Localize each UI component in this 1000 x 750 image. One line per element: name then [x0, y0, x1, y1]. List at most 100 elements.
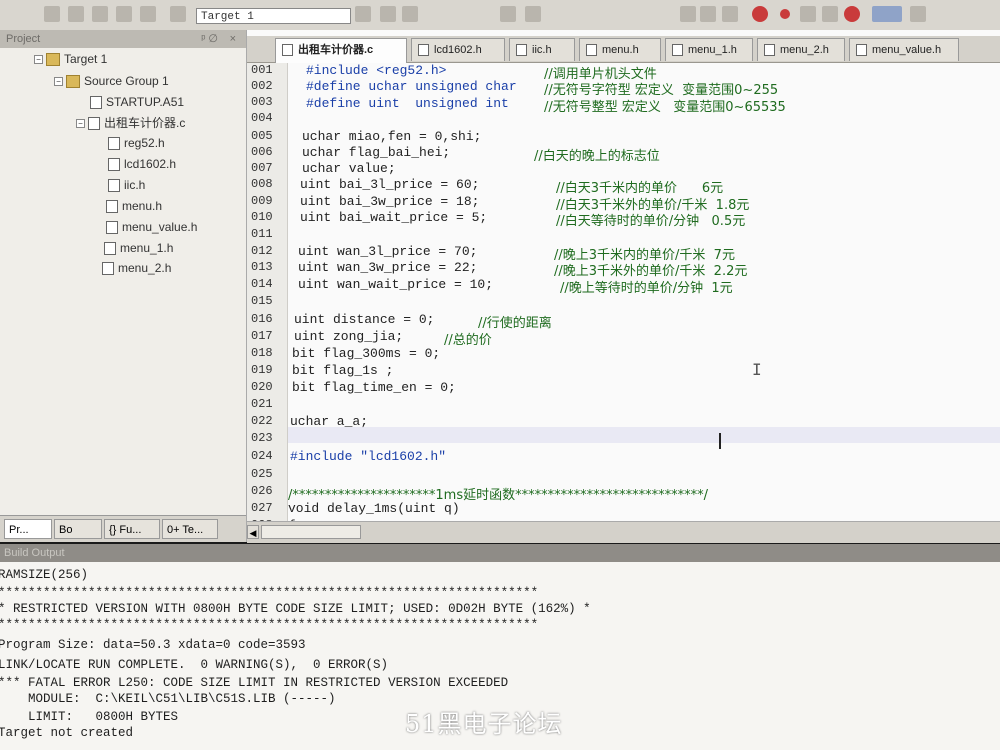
line-number: 005: [251, 129, 273, 143]
tree-item-startup[interactable]: STARTUP.A51: [78, 93, 184, 111]
enable-breakpoint-icon[interactable]: [800, 6, 816, 22]
find-icon[interactable]: [525, 6, 541, 22]
dropdown-icon[interactable]: [680, 6, 696, 22]
scroll-thumb[interactable]: [261, 525, 361, 539]
code-line: uint zong_jia;: [294, 329, 404, 344]
bookmark-icon[interactable]: [500, 6, 516, 22]
tab-menu-2[interactable]: menu_2.h: [757, 38, 845, 61]
tree-item-source-group[interactable]: − Source Group 1: [54, 72, 169, 90]
incremental-find-icon[interactable]: [722, 6, 738, 22]
tree-item-label: menu_value.h: [122, 220, 198, 234]
line-number: 013: [251, 260, 273, 274]
close-icon[interactable]: ×: [230, 30, 236, 48]
tree-item-menu-2[interactable]: menu_2.h: [102, 259, 171, 277]
tree-item-menu-1[interactable]: menu_1.h: [104, 239, 173, 257]
tab-books[interactable]: Bo: [54, 519, 102, 539]
tree-item-iic[interactable]: iic.h: [108, 176, 145, 194]
pin-icon[interactable]: ᵖ ∅: [201, 30, 218, 48]
translate-icon[interactable]: [116, 6, 132, 22]
code-comment: //白天的晚上的标志位: [534, 149, 660, 164]
tree-item-menu[interactable]: menu.h: [106, 197, 162, 215]
line-number: 012: [251, 244, 273, 258]
collapse-icon[interactable]: −: [34, 55, 43, 65]
tab-label: menu.h: [602, 44, 639, 56]
collapse-icon[interactable]: −: [76, 119, 85, 129]
tab-label: menu_value.h: [872, 44, 942, 56]
kill-breakpoints-icon[interactable]: [844, 6, 860, 22]
tree-item-label: iic.h: [124, 178, 146, 192]
tree-item-label: Source Group 1: [84, 74, 169, 88]
target-select[interactable]: Target 1: [196, 8, 351, 24]
code-line: uchar flag_bai_hei;: [302, 145, 451, 160]
code-line: uint bai_3w_price = 18;: [300, 194, 480, 209]
build-line: LIMIT: 0800H BYTES: [0, 710, 179, 724]
breakpoint-icon[interactable]: [780, 9, 790, 19]
tree-item-label: menu.h: [122, 199, 163, 213]
editor: 出租车计价器.c lcd1602.h iic.h menu.h menu_1.h…: [247, 30, 1000, 543]
tab-menu[interactable]: menu.h: [579, 38, 661, 61]
line-number: 020: [251, 380, 273, 394]
file-icon: [516, 44, 527, 56]
file-icon: [282, 44, 293, 56]
code-line: uint wan_3l_price = 70;: [298, 244, 478, 259]
tree-item-label: Target 1: [64, 52, 108, 66]
editor-tabs: 出租车计价器.c lcd1602.h iic.h menu.h menu_1.h…: [247, 36, 1000, 63]
code-line: #include "lcd1602.h": [290, 449, 446, 464]
rebuild-icon[interactable]: [68, 6, 84, 22]
file-icon: [104, 242, 116, 256]
tree-item-label: STARTUP.A51: [106, 95, 185, 109]
horizontal-scrollbar[interactable]: ◀: [247, 521, 1000, 543]
project-panel-title: Project ᵖ ∅ ×: [0, 30, 246, 48]
code-line: #include <reg52.h>: [306, 63, 446, 78]
tree-item-reg52[interactable]: reg52.h: [108, 134, 165, 152]
tab-templates[interactable]: 0+ Te...: [162, 519, 218, 539]
build-output-title: Build Output: [0, 544, 1000, 562]
code-line: uint bai_3l_price = 60;: [300, 177, 480, 192]
line-number-gutter: 001 002 003 004 005 006 007 008 009 010 …: [247, 63, 288, 532]
disable-breakpoints-icon[interactable]: [822, 6, 838, 22]
download-icon[interactable]: [170, 6, 186, 22]
file-extensions-icon[interactable]: [402, 6, 418, 22]
tab-menu-value[interactable]: menu_value.h: [849, 38, 959, 61]
ibeam-cursor-icon: I: [752, 360, 762, 379]
batch-build-icon[interactable]: [92, 6, 108, 22]
code-comment: //晚上等待时的单价/分钟 1元: [560, 281, 733, 296]
file-icon: [106, 221, 118, 235]
debug-session-icon[interactable]: [752, 6, 768, 22]
tab-project[interactable]: Pr...: [4, 519, 52, 539]
tree-item-target[interactable]: − Target 1: [34, 50, 107, 68]
code-area[interactable]: #include <reg52.h> //调用单片机头文件 #define uc…: [288, 63, 1000, 521]
code-line: uchar miao,fen = 0,shi;: [302, 129, 482, 144]
line-number: 018: [251, 346, 273, 360]
scroll-left-icon[interactable]: ◀: [247, 525, 259, 539]
watermark: 51黑电子论坛: [405, 710, 563, 738]
build-icon[interactable]: [44, 6, 60, 22]
project-panel: Project ᵖ ∅ × − Target 1 − Source Group 1 …: [0, 30, 247, 542]
line-number: 004: [251, 111, 273, 125]
tree-item-label: lcd1602.h: [124, 157, 177, 171]
target-options-icon[interactable]: [355, 6, 371, 22]
toolbar: Target 1: [0, 0, 1000, 31]
file-icon: [764, 44, 775, 56]
tree-item-menu-value[interactable]: menu_value.h: [106, 218, 197, 236]
line-number: 024: [251, 449, 273, 463]
tree-item-main-c[interactable]: − 出租车计价器.c: [76, 114, 185, 132]
find-in-files-icon[interactable]: [700, 6, 716, 22]
stop-build-icon[interactable]: [140, 6, 156, 22]
tab-lcd1602[interactable]: lcd1602.h: [411, 38, 505, 61]
collapse-icon[interactable]: −: [54, 77, 63, 87]
tab-functions[interactable]: {} Fu...: [104, 519, 160, 539]
build-line: * RESTRICTED VERSION WITH 0800H BYTE COD…: [0, 602, 591, 616]
tab-iic[interactable]: iic.h: [509, 38, 575, 61]
configure-icon[interactable]: [910, 6, 926, 22]
tree-item-lcd1602[interactable]: lcd1602.h: [108, 155, 176, 173]
window-layout-icon[interactable]: [872, 6, 902, 22]
line-number: 023: [251, 431, 273, 445]
tab-label: menu_2.h: [780, 44, 829, 56]
code-text: #define uchar unsigned char: [306, 79, 517, 94]
manage-components-icon[interactable]: [380, 6, 396, 22]
line-number: 001: [251, 63, 273, 77]
tab-menu-1[interactable]: menu_1.h: [665, 38, 753, 61]
tab-main-c[interactable]: 出租车计价器.c: [275, 38, 407, 63]
line-number: 022: [251, 414, 273, 428]
